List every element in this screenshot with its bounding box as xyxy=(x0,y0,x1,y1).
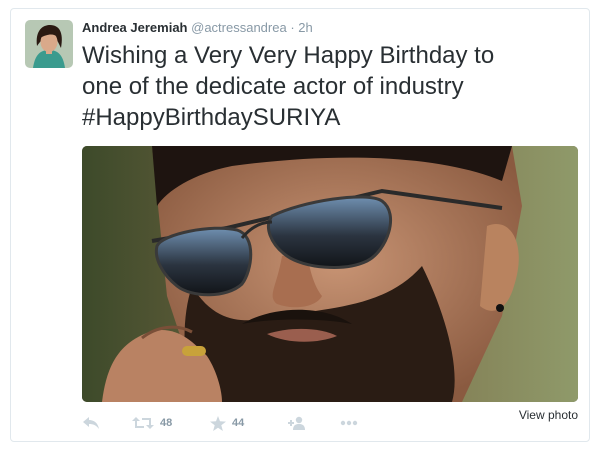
tweet-photo[interactable] xyxy=(82,146,578,402)
retweet-count: 48 xyxy=(160,417,173,429)
tweet-text-line: Wishing a Very Very Happy Birthday to xyxy=(82,42,495,69)
time-separator: · xyxy=(290,20,295,35)
favorite-button[interactable]: 44 xyxy=(210,413,244,433)
star-icon xyxy=(210,415,226,431)
tweet-actions: 48 44 View photo xyxy=(82,408,578,438)
tweet-text: Wishing a Very Very Happy Birthday to on… xyxy=(82,40,582,133)
retweet-icon xyxy=(132,416,154,430)
reply-button[interactable] xyxy=(82,413,100,433)
reply-icon xyxy=(82,416,100,430)
tweet-text-line: one of the dedicate actor of industry xyxy=(82,73,464,100)
retweet-button[interactable]: 48 xyxy=(132,413,172,433)
hashtag-link[interactable]: #HappyBirthdaySURIYA xyxy=(82,102,582,133)
view-photo-link[interactable]: View photo xyxy=(519,408,578,422)
more-icon xyxy=(340,420,358,426)
follow-button[interactable] xyxy=(287,413,307,433)
tweet-timestamp[interactable]: 2h xyxy=(298,20,312,35)
tweet-header: Andrea Jeremiah @actressandrea · 2h xyxy=(82,19,313,37)
more-button[interactable] xyxy=(340,413,358,433)
follow-icon xyxy=(287,416,307,430)
avatar[interactable] xyxy=(25,20,73,68)
author-name[interactable]: Andrea Jeremiah xyxy=(82,20,188,35)
favorite-count: 44 xyxy=(232,417,245,429)
author-handle[interactable]: @actressandrea xyxy=(191,20,287,35)
